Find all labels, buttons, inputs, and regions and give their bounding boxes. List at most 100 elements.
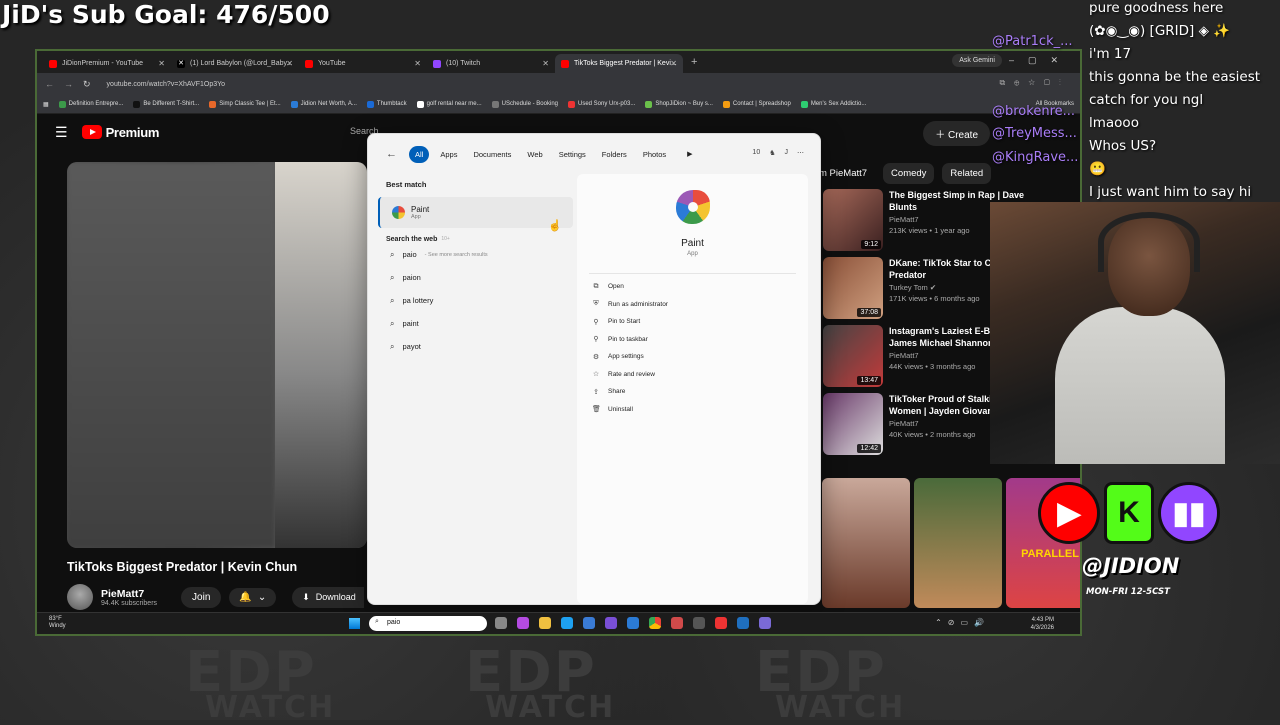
app-icon[interactable] [671, 617, 683, 629]
close-icon[interactable]: ✕ [158, 59, 165, 68]
close-icon[interactable]: ✕ [542, 59, 549, 68]
create-button[interactable]: ＋ Create [923, 121, 990, 146]
more-filters-icon[interactable]: ▶ [687, 150, 692, 158]
browser-tab[interactable]: ✕ (1) Lord Babylon (@Lord_Baby... ✕ [171, 54, 299, 73]
app-icon[interactable] [737, 617, 749, 629]
ask-gemini-button[interactable]: Ask Gemini [952, 54, 1002, 67]
address-bar-icons[interactable]: ⧉⊕☆▢⋮ [999, 78, 1070, 88]
web-suggestion[interactable]: ⌕ payot [378, 335, 573, 358]
video-player[interactable] [67, 162, 367, 548]
download-button[interactable]: ⬇ Download [292, 586, 364, 608]
action-rate-review[interactable]: ☆ Rate and review [577, 366, 808, 384]
bookmark-item[interactable]: Jidion Net Worth, A... [290, 100, 357, 108]
url-field[interactable]: youtube.com/watch?v=XhAVF1Op3Yo [107, 81, 226, 88]
clock[interactable]: 4:43 PM 4/3/2026 [1031, 616, 1054, 632]
chip-channel[interactable]: m PieMatt7 [819, 163, 875, 184]
action-open[interactable]: ⧉ Open [577, 278, 808, 296]
chat-message: this gonna be the easiest [1089, 69, 1261, 85]
close-icon[interactable]: ✕ [414, 59, 421, 68]
more-options-icon[interactable]: ⋯ [797, 149, 804, 157]
reload-icon[interactable]: ↻ [83, 79, 91, 90]
video-thumbnail[interactable]: 9:12 [823, 189, 883, 251]
task-view-icon[interactable] [495, 617, 507, 629]
system-tray[interactable]: ⌃⊘▭🔊 [935, 618, 990, 627]
filter-apps[interactable]: Apps [435, 146, 462, 163]
apps-grid-icon[interactable]: ▦ [43, 101, 49, 108]
menu-icon[interactable]: ☰ [55, 124, 68, 141]
file-explorer-icon[interactable] [539, 617, 551, 629]
chip-comedy[interactable]: Comedy [883, 163, 935, 184]
web-suggestion[interactable]: ⌕ paint [378, 312, 573, 335]
filter-settings[interactable]: Settings [554, 146, 591, 163]
recommended-video[interactable]: 37:08 DKane: TikTok Star to Cl Predator Tu… [823, 257, 994, 325]
action-pin-start[interactable]: ⚲ Pin to Start [577, 313, 808, 331]
recommended-video[interactable]: 13:47 Instagram's Laziest E-Be James Mich… [823, 325, 995, 393]
web-suggestion[interactable]: ⌕ paio - See more search results [378, 243, 573, 266]
copilot-icon[interactable] [517, 617, 529, 629]
rec-title: James Michael Shannor [889, 338, 992, 348]
app-icon[interactable] [693, 617, 705, 629]
short-thumbnail[interactable] [914, 478, 1002, 608]
close-icon[interactable]: ✕ [286, 59, 293, 68]
back-arrow-icon[interactable]: ← [386, 148, 397, 160]
action-uninstall[interactable]: 🗑 Uninstall [577, 401, 808, 419]
filter-photos[interactable]: Photos [638, 146, 671, 163]
app-icon[interactable] [715, 617, 727, 629]
subscribe-bell-button[interactable]: 🔔 ⌄ [229, 587, 277, 607]
filter-folders[interactable]: Folders [597, 146, 632, 163]
bookmark-item[interactable]: Contact | Spreadshop [722, 100, 791, 108]
bookmark-item[interactable]: USchedule - Booking [491, 100, 558, 108]
filter-web[interactable]: Web [522, 146, 547, 163]
action-share[interactable]: ⇪ Share [577, 383, 808, 401]
new-tab-icon[interactable]: + [691, 56, 697, 68]
account-initial[interactable]: J [785, 149, 789, 157]
bookmark-item[interactable]: Used Sony Urx-p03... [568, 100, 635, 108]
action-pin-taskbar[interactable]: ⚲ Pin to taskbar [577, 331, 808, 349]
bookmark-item[interactable]: Thumbtack [366, 100, 407, 108]
filter-all[interactable]: All [409, 145, 430, 163]
action-app-settings[interactable]: ⚙ App settings [577, 348, 808, 366]
forward-icon[interactable]: → [64, 79, 73, 89]
browser-tab[interactable]: YouTube ✕ [299, 54, 427, 73]
action-run-as-admin[interactable]: ⛨ Run as administrator [577, 296, 808, 314]
video-thumbnail[interactable]: 13:47 [823, 325, 883, 387]
chrome-icon[interactable] [649, 617, 661, 629]
best-match-paint[interactable]: Paint App [378, 197, 573, 228]
video-thumbnail[interactable]: 37:08 [823, 257, 883, 319]
store-icon[interactable] [583, 617, 595, 629]
windows-start-icon[interactable] [349, 618, 360, 629]
short-thumbnail[interactable] [822, 478, 910, 608]
channel-name[interactable]: PieMatt7 [101, 588, 157, 600]
bookmark-item[interactable]: Simp Classic Tee | Et... [209, 100, 281, 108]
window-controls[interactable]: –▢✕ [1009, 55, 1072, 66]
close-icon[interactable]: ✕ [670, 59, 677, 68]
back-icon[interactable]: ← [45, 79, 54, 89]
avatar[interactable] [67, 584, 93, 610]
browser-tab-active[interactable]: TikToks Biggest Predator | Kevi... ✕ [555, 54, 683, 73]
web-suggestion[interactable]: ⌕ pa lottery [378, 289, 573, 312]
join-button[interactable]: Join [181, 586, 222, 608]
bookmark-item[interactable]: ShopJiDion ~ Buy s... [645, 100, 713, 108]
chip-related[interactable]: Related [942, 163, 992, 184]
browser-tab[interactable]: (10) Twitch ✕ [427, 54, 555, 73]
bookmark-item[interactable]: Men's Sex Addictio... [800, 100, 866, 108]
youtube-premium-logo[interactable]: Premium [81, 125, 159, 140]
browser-tab[interactable]: JiDionPremium - YouTube ✕ [43, 54, 171, 73]
app-icon[interactable] [759, 617, 771, 629]
bookmark-item[interactable]: golf rental near me... [416, 100, 482, 108]
filter-documents[interactable]: Documents [468, 146, 516, 163]
weather-temp: 83°F [49, 616, 62, 622]
video-thumbnail[interactable]: 12:42 [823, 393, 883, 455]
recommended-video[interactable]: 9:12 The Biggest Simp in Rap | Dave Blunt… [823, 189, 1024, 257]
taskbar-search-input[interactable]: ⌕ paio [369, 616, 487, 631]
action-label: Run as administrator [608, 300, 668, 308]
rewards-icon[interactable]: ♞ [769, 149, 775, 157]
weather-widget[interactable]: 83°F Windy [49, 616, 66, 630]
bookmark-item[interactable]: Be Different T-Shirt... [133, 100, 199, 108]
mail-icon[interactable] [627, 617, 639, 629]
app-icon[interactable] [605, 617, 617, 629]
recommended-video[interactable]: 12:42 TikToker Proud of Stalki Women | Ja… [823, 393, 993, 461]
web-suggestion[interactable]: ⌕ paion [378, 266, 573, 289]
bookmark-item[interactable]: Definition Entrepre... [58, 100, 123, 108]
edge-icon[interactable] [561, 617, 573, 629]
